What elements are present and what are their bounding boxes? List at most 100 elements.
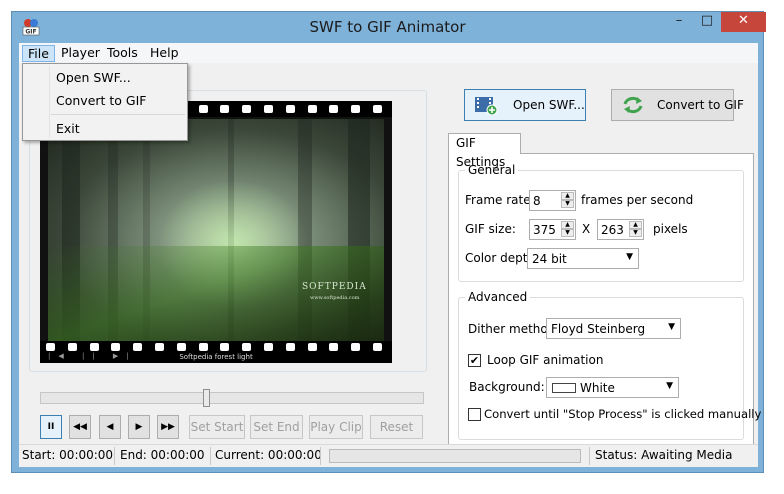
film-hole	[133, 343, 143, 351]
film-hole	[198, 105, 208, 113]
chevron-down-icon: ▼	[668, 322, 675, 332]
watermark-url: www.softpedia.com	[310, 295, 360, 301]
film-hole	[264, 343, 273, 351]
open-swf-label: Open SWF...	[513, 98, 585, 112]
film-hole	[307, 105, 317, 113]
set-end-button[interactable]: Set End	[250, 415, 303, 439]
frame-rate-value: 8	[533, 194, 541, 208]
menu-item-exit[interactable]: Exit	[56, 121, 80, 136]
menu-item-convert-to-gif[interactable]: Convert to GIF	[56, 93, 147, 108]
spin-up-icon[interactable]: ▲	[561, 192, 574, 200]
set-start-button[interactable]: Set Start	[189, 415, 245, 439]
seek-slider[interactable]	[40, 389, 424, 407]
status-message: Status: Awaiting Media	[595, 448, 733, 462]
fast-forward-button[interactable]: ▶▶	[157, 415, 179, 439]
film-hole	[155, 343, 164, 351]
film-hole	[67, 343, 77, 351]
file-menu-dropdown: Open SWF... Convert to GIF Exit	[22, 63, 188, 141]
step-forward-button[interactable]: ▶	[128, 415, 150, 439]
film-hole	[46, 343, 55, 351]
film-hole	[329, 343, 339, 351]
film-hole	[373, 105, 382, 113]
refresh-arrows-icon	[623, 96, 643, 114]
rewind-button[interactable]: ◀◀	[69, 415, 91, 439]
menu-tools[interactable]: Tools	[102, 45, 143, 62]
background-color-select[interactable]: White ▼	[546, 377, 679, 398]
step-back-button[interactable]: ◀	[99, 415, 121, 439]
status-bar: Start: 00:00:00 End: 00:00:00 Current: 0…	[19, 444, 758, 467]
film-hole	[351, 105, 361, 113]
reset-button[interactable]: Reset	[370, 415, 423, 439]
tab-gif-settings[interactable]: GIF Settings	[448, 133, 521, 169]
gif-height-value: 263	[601, 223, 624, 237]
color-swatch	[552, 383, 576, 393]
general-group: General Frame rate: 8 ▲▼ frames per seco…	[458, 163, 744, 282]
spin-down-icon[interactable]: ▼	[629, 229, 642, 237]
maximize-button[interactable]: □	[693, 12, 721, 32]
advanced-group-title: Advanced	[465, 290, 531, 304]
film-hole	[351, 343, 361, 351]
spin-down-icon[interactable]: ▼	[561, 200, 574, 208]
conversion-progress-bar	[329, 449, 581, 463]
menu-player[interactable]: Player	[56, 45, 105, 62]
preview-caption: Softpedia forest light	[179, 353, 253, 361]
film-hole	[89, 343, 99, 351]
size-separator: X	[582, 222, 591, 236]
convert-until-checkbox[interactable]	[468, 408, 481, 421]
status-start: Start: 00:00:00	[22, 448, 114, 462]
watermark-text: SOFTPEDIA	[302, 282, 367, 292]
advanced-group: Advanced Dither method: Floyd Steinberg …	[458, 290, 761, 440]
color-depth-select[interactable]: 24 bit ▼	[527, 248, 639, 269]
film-strip-bottom: |◀ || ▶| Softpedia forest light	[40, 341, 392, 363]
title-bar[interactable]: GIF SWF to GIF Animator – □ ✕	[12, 12, 766, 43]
close-button[interactable]: ✕	[721, 12, 766, 32]
play-clip-button[interactable]: Play Clip	[309, 415, 363, 439]
menu-help[interactable]: Help	[145, 45, 184, 62]
seek-slider-thumb[interactable]	[203, 389, 210, 407]
menu-gutter	[49, 66, 50, 138]
loop-gif-label: Loop GIF animation	[487, 353, 604, 367]
film-hole	[176, 343, 186, 351]
app-window: GIF SWF to GIF Animator – □ ✕ File Playe…	[11, 11, 766, 473]
frame-rate-unit: frames per second	[581, 193, 694, 207]
client-area: File Player Tools Help Open SWF... Conve…	[19, 43, 761, 467]
convert-to-gif-label: Convert to GIF	[657, 98, 744, 112]
window-title: SWF to GIF Animator	[309, 18, 466, 36]
convert-until-label: Convert until "Stop Process" is clicked …	[484, 407, 762, 421]
dither-method-select[interactable]: Floyd Steinberg ▼	[546, 318, 681, 339]
pause-button[interactable]: II	[40, 415, 62, 439]
film-hole	[220, 343, 230, 351]
frame-rate-spinner[interactable]: 8 ▲ ▼	[529, 190, 576, 211]
size-unit: pixels	[653, 222, 688, 236]
film-hole	[111, 343, 121, 351]
loop-gif-checkbox[interactable]: ✔	[468, 354, 481, 367]
open-swf-button[interactable]: Open SWF...	[464, 89, 586, 121]
film-hole	[220, 105, 230, 113]
gif-height-spinner[interactable]: 263 ▲ ▼	[597, 219, 644, 240]
chevron-down-icon: ▼	[626, 252, 633, 262]
chevron-down-icon: ▼	[666, 381, 673, 391]
menu-item-open-swf[interactable]: Open SWF...	[56, 70, 131, 85]
film-hole	[264, 105, 273, 113]
film-hole	[373, 343, 382, 351]
spin-up-icon[interactable]: ▲	[561, 221, 574, 229]
status-end: End: 00:00:00	[120, 448, 205, 462]
color-depth-value: 24 bit	[532, 252, 567, 266]
film-add-icon	[475, 97, 498, 115]
minimize-button[interactable]: –	[665, 12, 693, 32]
menu-bar: File Player Tools Help	[19, 43, 758, 63]
gif-size-label: GIF size:	[465, 222, 516, 236]
frame-rate-label: Frame rate:	[465, 193, 535, 207]
film-hole	[242, 343, 252, 351]
spin-down-icon[interactable]: ▼	[561, 229, 574, 237]
film-hole	[329, 105, 339, 113]
background-value: White	[580, 381, 615, 395]
dither-method-value: Floyd Steinberg	[551, 322, 646, 336]
convert-to-gif-button[interactable]: Convert to GIF	[611, 89, 744, 121]
menu-file[interactable]: File	[22, 45, 55, 62]
spin-up-icon[interactable]: ▲	[629, 221, 642, 229]
gif-width-spinner[interactable]: 375 ▲ ▼	[529, 219, 576, 240]
film-hole	[285, 105, 295, 113]
gif-settings-panel: General Frame rate: 8 ▲▼ frames per seco…	[448, 153, 761, 448]
background-label: Background:	[469, 380, 545, 394]
